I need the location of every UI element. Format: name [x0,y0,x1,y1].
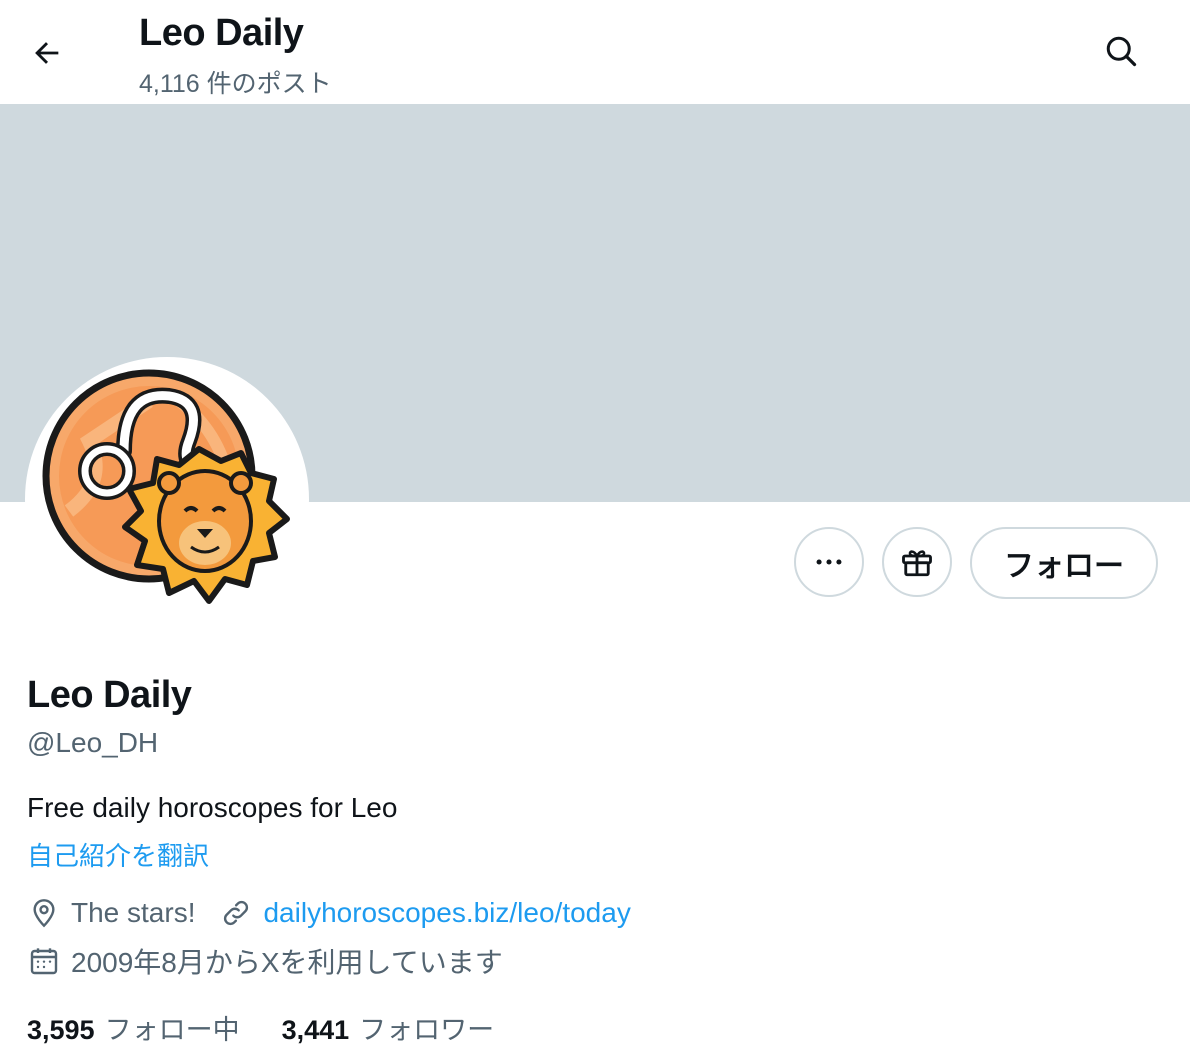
followers-label: フォロワー [359,1015,495,1045]
follow-stats: 3,595 フォロー中 3,441 フォロワー [27,1008,494,1047]
location-item: The stars! [27,896,195,930]
joined-item: 2009年8月からXを利用しています [27,941,503,981]
following-count: 3,595 [27,1015,95,1045]
website-item: dailyhoroscopes.biz/leo/today [219,896,631,930]
profile-meta-row: The stars! dailyhoroscopes.biz/leo/today [27,896,631,930]
top-bar: Leo Daily 4,116 件のポスト [0,0,1190,104]
more-button[interactable] [794,527,864,597]
following-stat[interactable]: 3,595 フォロー中 [27,1008,240,1047]
followers-stat[interactable]: 3,441 フォロワー [282,1008,495,1047]
arrow-left-icon [35,42,59,64]
followers-count: 3,441 [281,1015,350,1045]
avatar[interactable] [29,361,305,637]
link-icon [219,896,253,930]
location-pin-icon [27,896,61,930]
follow-button[interactable]: フォロー [970,527,1158,599]
calendar-icon [27,944,61,978]
gift-button[interactable] [882,527,952,597]
more-icon [816,559,842,565]
website-link[interactable]: dailyhoroscopes.biz/leo/today [263,897,630,929]
following-label: フォロー中 [104,1015,240,1045]
gift-icon [902,550,932,577]
bio: Free daily horoscopes for Leo [27,792,398,823]
search-icon [1106,36,1137,67]
handle: @Leo_DH [27,727,159,758]
leo-lion-avatar-image [42,369,290,604]
post-count: 4,116 件のポスト [139,70,332,98]
header-title: Leo Daily [139,12,304,54]
back-button[interactable] [22,28,72,78]
joined-text: 2009年8月からXを利用しています [71,947,503,978]
translate-bio-link[interactable]: 自己紹介を翻訳 [27,836,209,873]
search-button[interactable] [1096,26,1146,76]
joined-row: 2009年8月からXを利用しています [27,941,503,981]
display-name: Leo Daily [27,674,192,716]
location-text: The stars! [71,897,196,928]
